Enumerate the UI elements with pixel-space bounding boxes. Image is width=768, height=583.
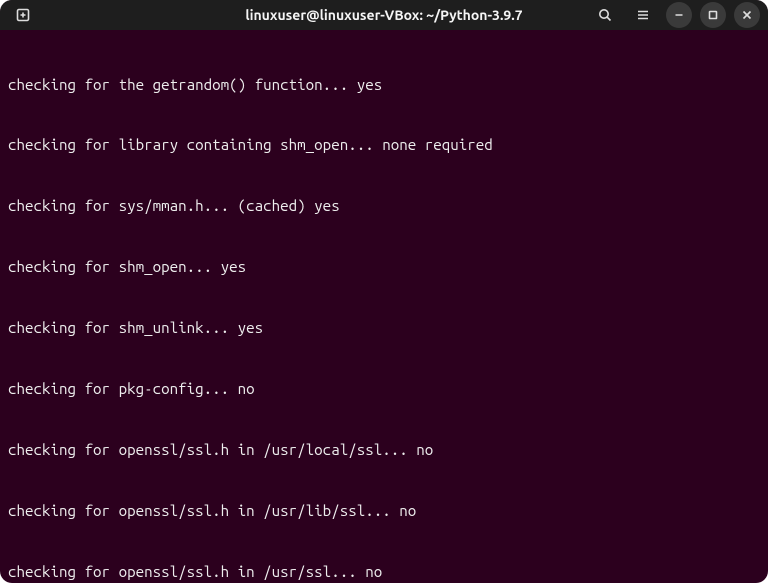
minimize-button[interactable] [666,2,692,28]
menu-button[interactable] [628,0,658,30]
terminal-viewport[interactable]: checking for the getrandom() function...… [0,30,768,583]
output-line: checking for shm_unlink... yes [8,318,760,338]
titlebar: linuxuser@linuxuser-VBox: ~/Python-3.9.7 [0,0,768,30]
output-line: checking for library containing shm_open… [8,135,760,155]
terminal-window: linuxuser@linuxuser-VBox: ~/Python-3.9.7… [0,0,768,583]
search-button[interactable] [590,0,620,30]
output-line: checking for sys/mman.h... (cached) yes [8,196,760,216]
output-line: checking for pkg-config... no [8,379,760,399]
output-line: checking for shm_open... yes [8,257,760,277]
close-button[interactable] [734,2,760,28]
output-line: checking for openssl/ssl.h in /usr/local… [8,440,760,460]
maximize-button[interactable] [700,2,726,28]
output-line: checking for openssl/ssl.h in /usr/ssl..… [8,562,760,582]
output-line: checking for openssl/ssl.h in /usr/lib/s… [8,501,760,521]
new-tab-button[interactable] [8,0,38,30]
output-line: checking for the getrandom() function...… [8,75,760,95]
